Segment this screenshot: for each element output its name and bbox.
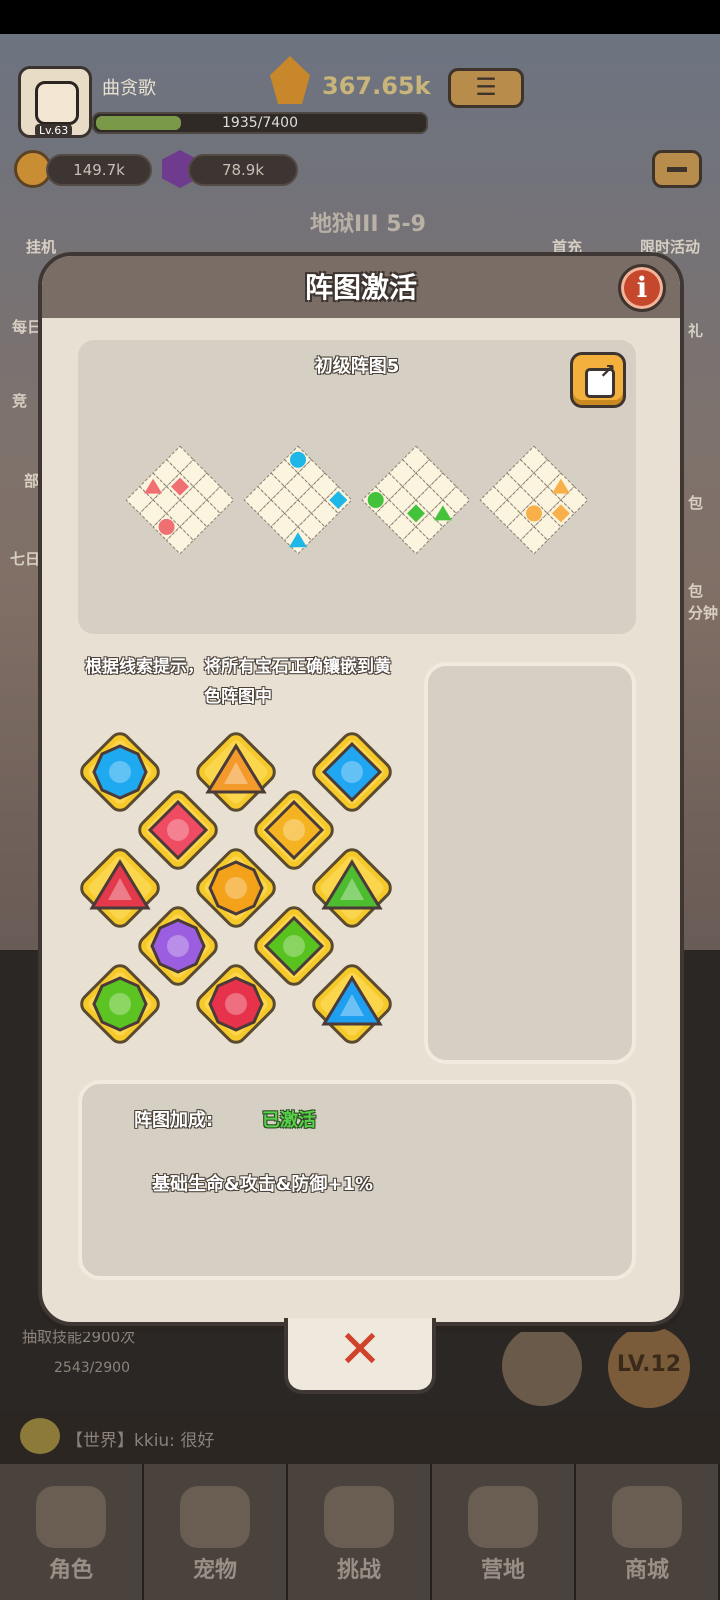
clue-gem-circle <box>526 505 542 522</box>
close-button[interactable]: ✕ <box>284 1318 436 1394</box>
bonus-label: 阵图加成: <box>134 1110 214 1131</box>
formation-activation-dialog: 阵图激活 i 初级阵图5 根据线索提示，将所有宝石正确镶嵌到黄色阵图中 阵图加成… <box>38 252 684 1326</box>
clue-gem-circle <box>367 492 384 508</box>
bonus-panel: 阵图加成: 已激活 基础生命&攻击&防御+1% <box>78 1080 636 1280</box>
pattern-clue-panel: 初级阵图5 <box>78 340 636 634</box>
gem-slot-triangle[interactable] <box>304 956 400 1052</box>
clue-board <box>124 444 236 556</box>
dialog-header: 阵图激活 i <box>42 256 680 318</box>
status-bar <box>0 0 720 34</box>
dialog-title: 阵图激活 <box>304 271 417 304</box>
clue-gem-circle <box>158 518 175 535</box>
clue-gem-circle <box>290 451 306 468</box>
gem-slot-circle[interactable] <box>188 956 284 1052</box>
share-button[interactable] <box>570 352 626 408</box>
info-button[interactable]: i <box>618 264 666 312</box>
clue-board <box>360 444 472 556</box>
gem-inventory-grid <box>72 724 412 1064</box>
pattern-title: 初级阵图5 <box>314 356 400 377</box>
bonus-effect: 基础生命&攻击&防御+1% <box>152 1174 374 1195</box>
clue-board <box>478 444 590 556</box>
clue-board <box>242 444 354 556</box>
bonus-status: 已激活 <box>262 1110 316 1131</box>
info-icon: i <box>636 271 648 304</box>
close-icon: ✕ <box>338 1320 382 1380</box>
gem-slot-circle[interactable] <box>72 956 168 1052</box>
hint-text: 根据线索提示，将所有宝石正确镶嵌到黄色阵图中 <box>85 657 391 707</box>
formation-slot-panel[interactable] <box>424 662 636 1064</box>
clue-boards <box>124 444 604 564</box>
